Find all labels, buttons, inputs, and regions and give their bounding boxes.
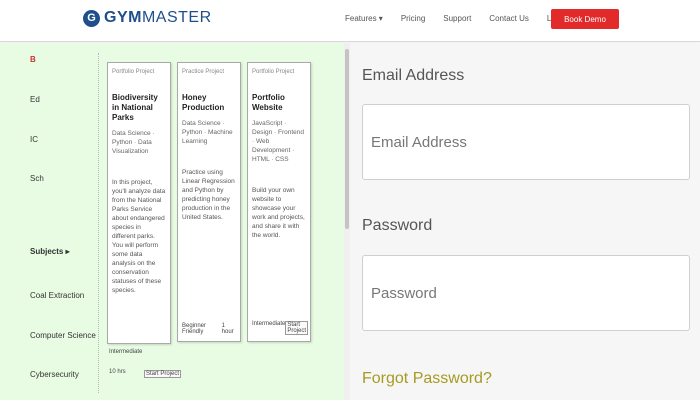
card-type: Portfolio Project	[112, 69, 155, 75]
email-field-wrapper	[362, 104, 690, 180]
card-title: Biodiversity in National Parks	[112, 93, 158, 122]
subject-item[interactable]: Computer Science	[30, 331, 96, 340]
project-card[interactable]: Portfolio Project Portfolio Website Java…	[247, 62, 311, 342]
card-level: Intermediate	[109, 349, 143, 355]
password-field-wrapper	[362, 255, 690, 331]
forgot-password-link[interactable]: Forgot Password?	[362, 370, 492, 388]
card-description: Practice using Linear Regression and Pyt…	[182, 169, 235, 221]
nav-features[interactable]: Features ▾	[345, 14, 383, 23]
card-level: Intermediate	[252, 321, 286, 327]
card-time: 1 hour	[221, 323, 234, 335]
logo-text: GYMMASTER	[104, 9, 212, 26]
gymmaster-logo[interactable]: G GYMMASTER	[83, 9, 212, 27]
password-input[interactable]	[363, 256, 689, 330]
card-subtitle: Data Science · Python · Data Visualizati…	[112, 130, 155, 155]
scrollbar-thumb[interactable]	[345, 49, 349, 229]
subject-item[interactable]: Coal Extraction	[30, 291, 84, 300]
top-nav-bar: G GYMMASTER Features ▾ Pricing Support C…	[0, 0, 700, 42]
card-footer: Intermediate 10 hrs Start Project	[109, 349, 182, 378]
logo-icon: G	[83, 9, 100, 27]
email-input[interactable]	[363, 105, 689, 179]
start-project-button[interactable]: Start Project	[144, 370, 182, 378]
subject-item[interactable]: Cybersecurity	[30, 370, 79, 379]
password-label: Password	[362, 217, 433, 234]
main-nav: Features ▾ Pricing Support Contact Us Lo…	[345, 14, 584, 23]
divider	[98, 53, 100, 393]
card-footer: Intermediate Start Project	[252, 321, 309, 335]
nav-pricing[interactable]: Pricing	[401, 14, 425, 23]
nav-support[interactable]: Support	[443, 14, 471, 23]
start-project-button[interactable]: Start Project	[285, 321, 309, 335]
card-subtitle: Data Science · Python · Machine Learning	[182, 120, 233, 145]
card-type: Practice Project	[182, 69, 225, 75]
filter-item[interactable]: IC	[30, 135, 38, 144]
nav-contact-us[interactable]: Contact Us	[489, 14, 529, 23]
card-title: Portfolio Website	[252, 93, 285, 112]
card-title: Honey Production	[182, 93, 225, 112]
card-description: In this project, you'll analyze data fro…	[112, 179, 166, 294]
card-footer: Beginner Friendly 1 hour	[182, 323, 236, 335]
card-type: Portfolio Project	[252, 69, 295, 75]
subjects-heading[interactable]: Subjects ▸	[30, 247, 70, 256]
filter-item[interactable]: Sch	[30, 174, 44, 183]
card-description: Build your own website to showcase your …	[252, 187, 305, 239]
email-label: Email Address	[362, 67, 465, 84]
card-subtitle: JavaScript · Design · Frontend · Web Dev…	[252, 120, 305, 163]
project-card[interactable]: Portfolio Project Biodiversity in Nation…	[107, 62, 171, 344]
book-demo-button[interactable]: Book Demo	[551, 9, 619, 29]
filter-item[interactable]: Ed	[30, 95, 40, 104]
project-card[interactable]: Practice Project Honey Production Data S…	[177, 62, 241, 342]
filter-item[interactable]: B	[30, 55, 36, 64]
project-catalog-pane: B Ed IC Sch Subjects ▸ Coal Extraction C…	[0, 43, 345, 400]
card-level: Beginner Friendly	[182, 323, 207, 335]
login-form: Email Address Password Forgot Password?	[350, 43, 700, 400]
